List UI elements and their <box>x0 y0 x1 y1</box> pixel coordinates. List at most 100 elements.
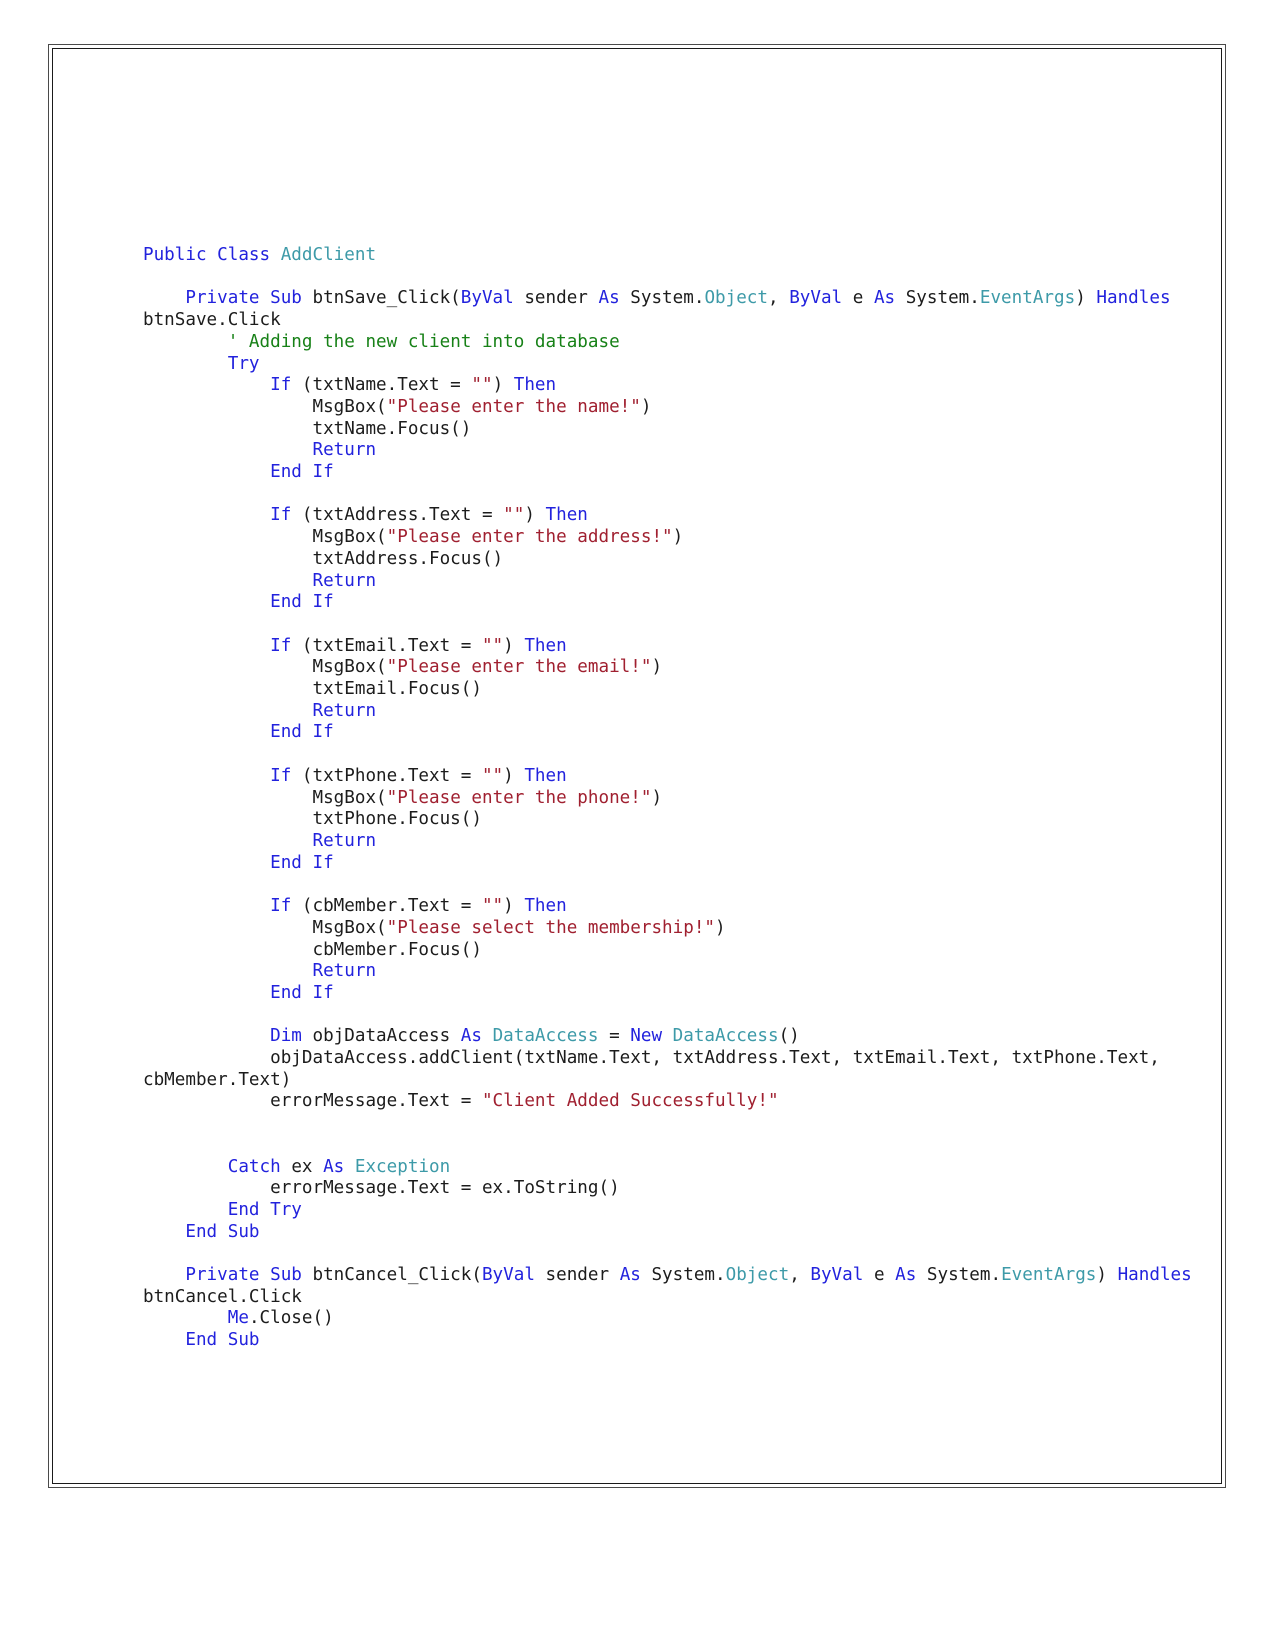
code-line: If (txtAddress.Text = "") Then <box>143 505 1201 527</box>
code-token-kw: Return <box>312 700 377 721</box>
code-token-pln: MsgBox( <box>143 527 387 548</box>
code-token-str: "Please enter the email!" <box>386 657 652 678</box>
code-token-pln: txtAddress.Focus() <box>143 548 504 569</box>
code-token-pln: ex <box>291 1156 324 1177</box>
code-token-str: "" <box>503 505 525 526</box>
code-token-pln <box>143 1330 185 1350</box>
code-token-kw: As <box>873 288 906 309</box>
code-line: MsgBox("Please enter the email!") <box>143 657 1201 679</box>
code-line: Return <box>143 571 1201 593</box>
code-line: End Sub <box>143 1330 1201 1352</box>
code-token-cmt: ' Adding the new client into database <box>227 331 620 352</box>
code-token-kw: New <box>630 1026 673 1047</box>
code-token-pln <box>143 505 270 525</box>
code-token-kw: Private Sub <box>185 1265 313 1286</box>
code-token-kw: Return <box>312 440 377 461</box>
code-token-typ: Object <box>725 1265 790 1286</box>
code-token-kw: ByVal <box>810 1265 874 1286</box>
code-line: Me.Close() <box>143 1308 1201 1330</box>
code-token-str: "" <box>481 896 504 917</box>
code-token-pln: sender <box>545 1265 620 1286</box>
code-token-pln <box>143 440 312 460</box>
code-token-typ: DataAccess <box>492 1026 599 1047</box>
code-token-str: "Please enter the name!" <box>386 396 641 417</box>
code-line: End If <box>143 592 1201 614</box>
page-inner-border: Public Class AddClient Private Sub btnSa… <box>52 48 1222 1484</box>
code-token-kw: End Sub <box>185 1221 260 1242</box>
code-token-pln: , <box>789 1265 811 1286</box>
code-token-pln: ) <box>503 765 525 786</box>
code-token-pln: txtName.Focus() <box>143 418 472 439</box>
code-token-pln: (txtName.Text = <box>301 375 472 396</box>
code-token-pln: objDataAccess.addClient(txtName.Text, tx… <box>143 1048 1171 1090</box>
code-token-pln: ) <box>651 657 663 678</box>
code-token-pln <box>143 722 270 742</box>
code-token-kw: Public Class <box>143 245 281 265</box>
code-token-str: "" <box>481 635 504 656</box>
code-token-pln: () <box>778 1026 800 1047</box>
code-token-pln <box>143 983 270 1003</box>
code-line: errorMessage.Text = ex.ToString() <box>143 1178 1201 1200</box>
code-token-typ: EventArgs <box>979 288 1076 309</box>
code-token-pln: ) <box>640 396 652 417</box>
code-line: Return <box>143 961 1201 983</box>
code-line: Public Class AddClient <box>143 245 1201 267</box>
code-token-kw: End Sub <box>185 1330 260 1351</box>
code-token-kw: If <box>270 375 302 396</box>
code-token-pln: btnSave_Click( <box>312 288 461 309</box>
code-line: Private Sub btnCancel_Click(ByVal sender… <box>143 1265 1201 1308</box>
code-line: If (txtEmail.Text = "") Then <box>143 636 1201 658</box>
code-token-typ: AddClient <box>280 245 377 265</box>
code-token-kw: Then <box>545 505 588 526</box>
code-token-pln: ) <box>1075 288 1097 309</box>
code-token-kw: As <box>619 1265 652 1286</box>
code-token-pln <box>143 571 312 591</box>
code-token-kw: If <box>270 896 302 917</box>
code-token-pln: ) <box>672 527 684 548</box>
code-token-kw: Me <box>227 1308 249 1329</box>
code-token-kw: If <box>270 765 302 786</box>
code-token-pln: errorMessage.Text = ex.ToString() <box>143 1178 620 1199</box>
code-token-str: "" <box>481 765 504 786</box>
code-line: txtName.Focus() <box>143 419 1201 441</box>
code-line: If (txtPhone.Text = "") Then <box>143 766 1201 788</box>
code-token-kw: As <box>460 1026 493 1047</box>
code-token-pln: sender <box>524 288 599 309</box>
code-token-str: "" <box>471 375 493 396</box>
code-line: Dim objDataAccess As DataAccess = New Da… <box>143 1026 1201 1048</box>
code-token-pln: MsgBox( <box>143 657 387 678</box>
code-token-pln <box>143 332 228 352</box>
code-token-pln: System. <box>926 1265 1002 1286</box>
code-line: Return <box>143 440 1201 462</box>
code-line: If (txtName.Text = "") Then <box>143 375 1201 397</box>
code-token-kw: Then <box>524 635 567 656</box>
code-line: End Sub <box>143 1222 1201 1244</box>
code-token-kw: End If <box>270 982 334 1003</box>
code-line: End If <box>143 853 1201 875</box>
code-token-pln: System. <box>630 288 705 309</box>
code-token-pln <box>143 766 270 786</box>
code-token-pln <box>143 896 270 916</box>
code-token-kw: Return <box>312 961 377 982</box>
code-token-pln: (txtEmail.Text = <box>301 635 482 656</box>
code-token-pln <box>143 354 228 374</box>
code-token-pln: ) <box>492 375 514 396</box>
code-token-kw: ByVal <box>460 288 525 309</box>
code-token-kw: Private Sub <box>185 288 313 309</box>
code-line: cbMember.Focus() <box>143 940 1201 962</box>
code-token-kw: Handles <box>1117 1265 1203 1286</box>
code-token-kw: Handles <box>1096 288 1182 309</box>
code-token-pln: .Close() <box>248 1308 334 1329</box>
code-token-pln: btnCancel.Click <box>143 1286 302 1307</box>
code-token-str: "Client Added Successfully!" <box>481 1091 779 1112</box>
code-token-pln <box>143 592 270 612</box>
code-token-pln: objDataAccess <box>312 1026 461 1047</box>
code-token-kw: As <box>598 288 631 309</box>
code-line: End Try <box>143 1200 1201 1222</box>
code-token-kw: Return <box>312 570 377 591</box>
code-line: txtAddress.Focus() <box>143 549 1201 571</box>
code-token-pln <box>143 831 312 851</box>
